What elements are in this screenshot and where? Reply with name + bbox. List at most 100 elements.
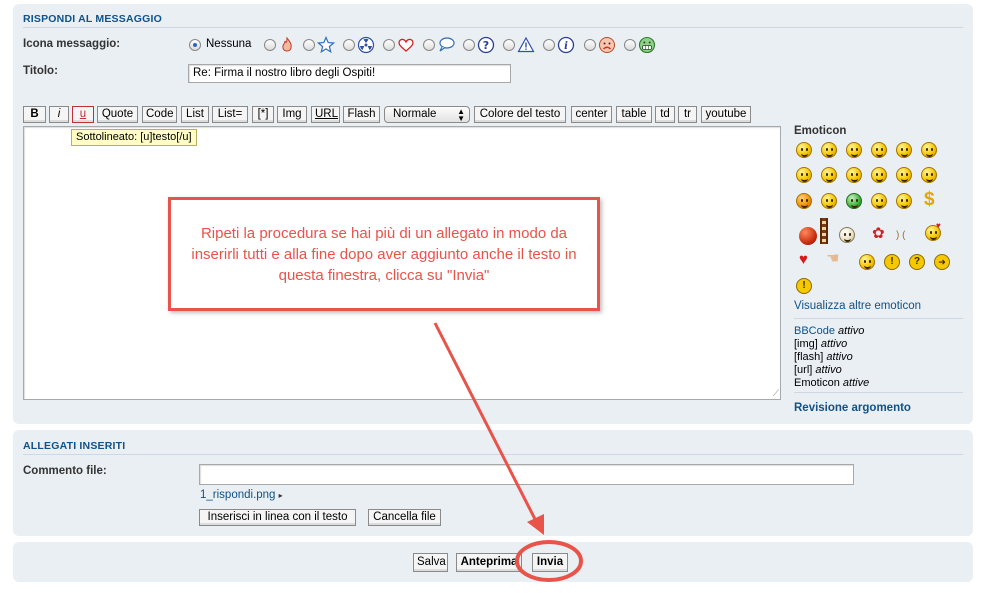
topic-review-link[interactable]: Revisione argomento bbox=[794, 402, 911, 414]
emoticon-green[interactable] bbox=[846, 193, 862, 209]
emoticon-laugh[interactable] bbox=[859, 254, 875, 270]
tr-button[interactable]: tr bbox=[678, 106, 697, 123]
emoticon-status: Emoticon attive bbox=[794, 377, 870, 389]
emoticon-mad[interactable] bbox=[871, 167, 887, 183]
icon-radio-radioactive[interactable] bbox=[343, 39, 355, 51]
font-size-value: Normale bbox=[393, 108, 437, 120]
list-item-button[interactable]: [*] bbox=[252, 106, 274, 123]
list-button[interactable]: List bbox=[181, 106, 209, 123]
file-comment-label: Commento file: bbox=[23, 465, 107, 477]
emoticon-question[interactable]: ? bbox=[909, 254, 925, 270]
emoticon-cool[interactable] bbox=[821, 167, 837, 183]
icon-radio-star[interactable] bbox=[303, 39, 315, 51]
divider bbox=[23, 454, 963, 455]
table-button[interactable]: table bbox=[616, 106, 652, 123]
emoticon-razz[interactable] bbox=[896, 167, 912, 183]
attachments-panel: ALLEGATI INSERITI Commento file: 1_rispo… bbox=[13, 430, 973, 536]
select-arrows-icon: ▲ ▼ bbox=[457, 107, 465, 123]
emoticon-wink[interactable] bbox=[846, 142, 862, 158]
code-button[interactable]: Code bbox=[142, 106, 177, 123]
italic-button[interactable]: i bbox=[49, 106, 69, 123]
message-icon-label: Icona messaggio: bbox=[23, 38, 121, 50]
speech-bubble-icon bbox=[439, 37, 455, 52]
subject-input[interactable]: Re: Firma il nostro libro degli Ospiti! bbox=[188, 64, 511, 83]
icon-radio-speech[interactable] bbox=[423, 39, 435, 51]
bbcode-status: BBCode attivo bbox=[794, 325, 865, 337]
icon-radio-grin[interactable] bbox=[624, 39, 636, 51]
emoticon-evil[interactable] bbox=[796, 193, 812, 209]
hand-icon[interactable]: ☚ bbox=[826, 249, 839, 267]
font-size-select[interactable]: Normale ▲ ▼ bbox=[384, 106, 470, 123]
divider bbox=[794, 318, 963, 319]
quote-button[interactable]: Quote bbox=[97, 106, 138, 123]
icon-radio-heart[interactable] bbox=[383, 39, 395, 51]
flash-status: [flash] attivo bbox=[794, 351, 853, 363]
flower-icon[interactable]: ✿ bbox=[872, 224, 885, 242]
emoticon-happy[interactable] bbox=[821, 142, 837, 158]
icon-radio-none[interactable] bbox=[189, 39, 201, 51]
emoticon-bomb[interactable] bbox=[799, 227, 817, 245]
emoticon-surprised[interactable] bbox=[896, 142, 912, 158]
info-icon: i bbox=[557, 36, 575, 54]
heart-emoticon-icon[interactable]: ♥ bbox=[799, 251, 808, 268]
attachment-file-link[interactable]: 1_rispondi.png ▸ bbox=[200, 489, 283, 501]
bbcode-link[interactable]: BBCode bbox=[794, 325, 835, 337]
file-comment-input[interactable] bbox=[199, 464, 854, 485]
attachments-title: ALLEGATI INSERITI bbox=[23, 440, 126, 452]
icon-radio-sad[interactable] bbox=[584, 39, 596, 51]
svg-text:i: i bbox=[564, 41, 568, 52]
flash-button[interactable]: Flash bbox=[343, 106, 380, 123]
list-ordered-button[interactable]: List= bbox=[212, 106, 248, 123]
emoticon-idea[interactable]: ! bbox=[884, 254, 900, 270]
svg-text:?: ? bbox=[483, 39, 489, 52]
emoticon-confused[interactable] bbox=[796, 167, 812, 183]
text-color-button[interactable]: Colore del testo bbox=[474, 106, 566, 123]
icon-radio-warning[interactable] bbox=[503, 39, 515, 51]
actions-panel: Salva Anteprima Invia bbox=[13, 542, 973, 582]
emoticon-nerd[interactable] bbox=[896, 193, 912, 209]
icon-radio-info[interactable] bbox=[543, 39, 555, 51]
emoticon-exclaim[interactable]: ! bbox=[796, 278, 812, 294]
youtube-button[interactable]: youtube bbox=[701, 106, 751, 123]
url-button[interactable]: URL bbox=[311, 106, 340, 123]
center-button[interactable]: center bbox=[571, 106, 612, 123]
dollar-icon[interactable]: $ bbox=[924, 189, 935, 211]
url-status: [url] attivo bbox=[794, 364, 842, 376]
annotation-callout: Ripeti la procedura se hai più di un all… bbox=[168, 197, 600, 311]
delete-file-button[interactable]: Cancella file bbox=[368, 509, 441, 526]
emoticon-lol[interactable] bbox=[846, 167, 862, 183]
small-heart-icon: ♥ bbox=[936, 221, 941, 230]
preview-button[interactable]: Anteprima bbox=[456, 553, 522, 572]
question-icon: ? bbox=[477, 36, 495, 54]
emoticon-neutral[interactable] bbox=[871, 142, 887, 158]
save-button[interactable]: Salva bbox=[413, 553, 448, 572]
insert-inline-button[interactable]: Inserisci in linea con il testo bbox=[199, 509, 356, 526]
icon-radio-fire[interactable] bbox=[264, 39, 276, 51]
sad-face-icon bbox=[599, 37, 615, 53]
img-status: [img] attivo bbox=[794, 338, 848, 350]
reply-panel-title: RISPONDI AL MESSAGGIO bbox=[23, 13, 162, 25]
td-button[interactable]: td bbox=[655, 106, 675, 123]
resize-grip-icon[interactable]: ⟋ bbox=[773, 388, 779, 399]
submit-button[interactable]: Invia bbox=[532, 553, 568, 572]
radioactive-icon bbox=[357, 36, 375, 54]
icon-radio-question[interactable] bbox=[463, 39, 475, 51]
emoticon-ladder[interactable] bbox=[820, 218, 828, 244]
emoticon-eek[interactable] bbox=[921, 142, 937, 158]
emoticon-arrow-right[interactable]: ➜ bbox=[934, 254, 950, 270]
emoticon-sad[interactable] bbox=[921, 167, 937, 183]
divider bbox=[794, 392, 963, 393]
attachment-arrow-icon: ▸ bbox=[278, 491, 283, 500]
more-emoticons-link[interactable]: Visualizza altre emoticon bbox=[794, 300, 921, 312]
star-icon bbox=[317, 36, 335, 54]
emoticon-arrow[interactable] bbox=[871, 193, 887, 209]
bold-button[interactable]: B bbox=[23, 106, 46, 123]
parens-icon[interactable]: ) ( bbox=[896, 230, 905, 241]
emoticon-rolleyes[interactable] bbox=[821, 193, 837, 209]
img-button[interactable]: Img bbox=[277, 106, 307, 123]
emoticon-smile[interactable] bbox=[796, 142, 812, 158]
emoticon-scared[interactable] bbox=[839, 227, 855, 243]
underline-button[interactable]: u bbox=[72, 106, 94, 123]
fire-icon bbox=[282, 36, 292, 52]
warning-icon bbox=[517, 36, 535, 53]
